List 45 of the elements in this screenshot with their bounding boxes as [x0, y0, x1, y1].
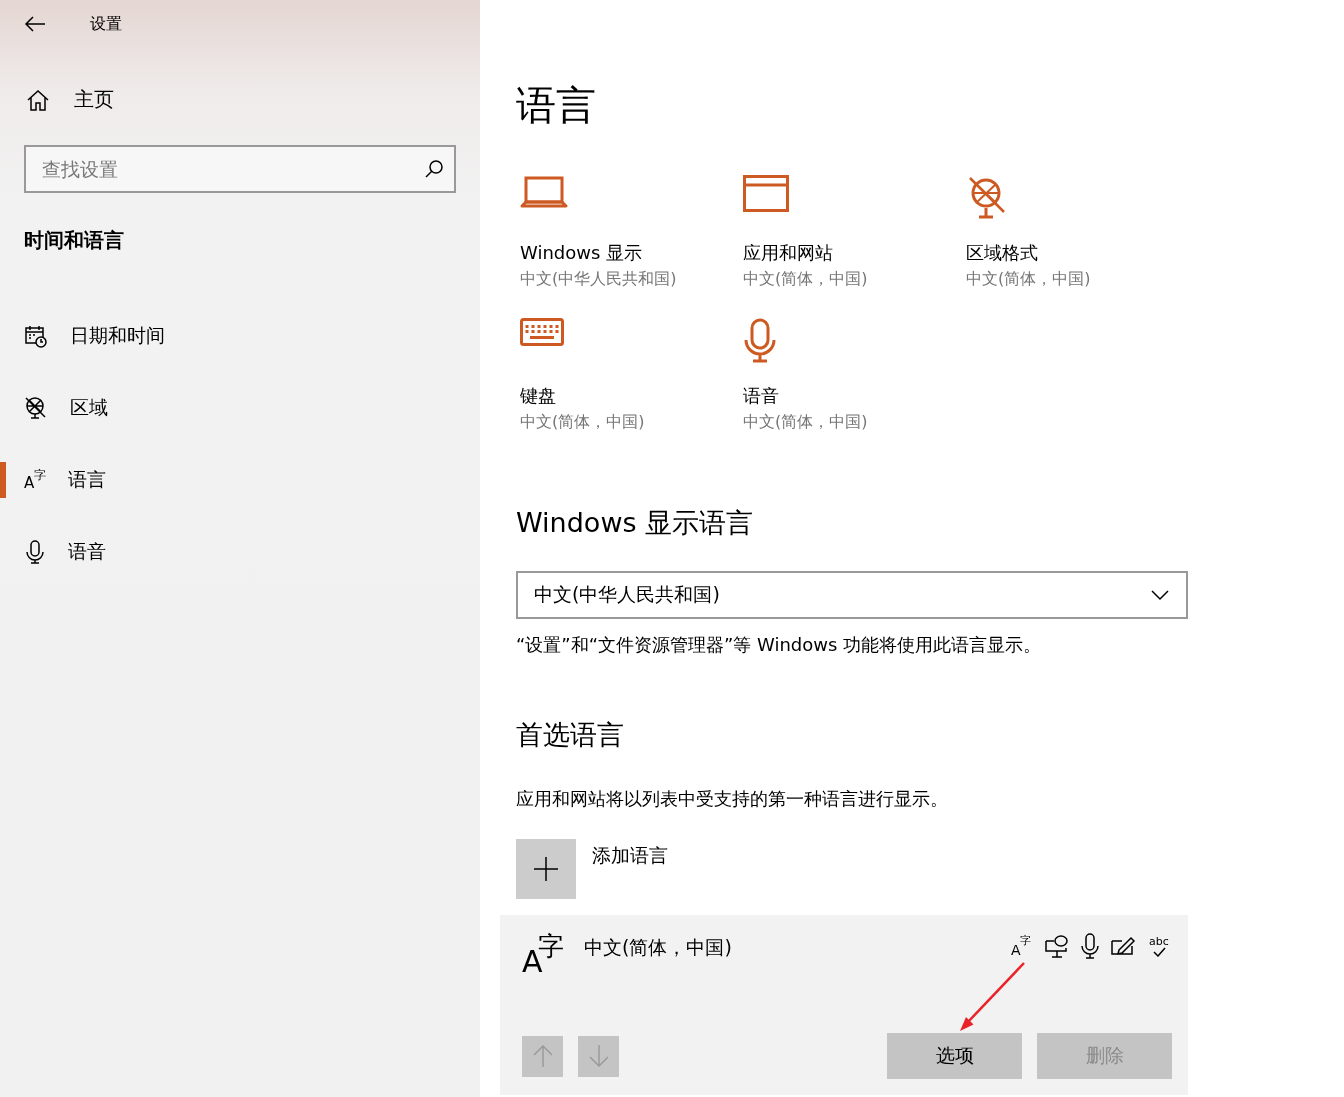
arrow-up-icon: [531, 1044, 554, 1068]
pen-icon: [1110, 935, 1136, 957]
tile-title[interactable]: 区域格式: [966, 241, 1189, 265]
language-name: 中文(简体，中国): [584, 935, 733, 960]
section-title: 时间和语言: [24, 227, 125, 254]
section-heading: Windows 显示语言: [516, 506, 755, 540]
nav-item[interactable]: 日期和时间: [70, 323, 165, 349]
window-title: 设置: [90, 13, 122, 35]
description-text: 应用和网站将以列表中受支持的第一种语言进行显示。: [516, 787, 949, 811]
home-link[interactable]: 主页: [74, 86, 114, 113]
microphone-icon: [743, 318, 777, 364]
section-heading: 首选语言: [516, 718, 625, 752]
plus-icon: [533, 856, 559, 882]
description-text: “设置”和“文件资源管理器”等 Windows 功能将使用此语言显示。: [516, 633, 1043, 657]
nav-item[interactable]: 语音: [68, 539, 106, 565]
tile-subtitle: 中文(简体，中国): [966, 269, 1092, 290]
monitor-speech-icon: [1044, 934, 1070, 958]
nav-item[interactable]: 语言: [68, 467, 106, 493]
add-language-link[interactable]: 添加语言: [592, 843, 668, 869]
add-button[interactable]: [516, 839, 576, 899]
calendar-clock-icon: [24, 324, 48, 348]
tile-subtitle: 中文(中华人民共和国): [520, 269, 678, 290]
options-button[interactable]: 选项: [887, 1033, 1022, 1079]
window-icon: [743, 175, 789, 213]
tile-title[interactable]: 键盘: [520, 384, 743, 408]
language-dropdown[interactable]: 中文(中华人民共和国): [516, 571, 1188, 619]
tile-title[interactable]: 语音: [743, 384, 966, 408]
tile-title[interactable]: Windows 显示: [520, 241, 743, 265]
search-icon[interactable]: [424, 159, 444, 179]
arrow-down-icon: [587, 1044, 610, 1068]
globe-icon: [24, 396, 48, 420]
laptop-icon: [520, 175, 568, 211]
nav-item[interactable]: 区域: [70, 395, 108, 421]
tile-subtitle: 中文(简体，中国): [743, 412, 869, 433]
page-title: 语言: [516, 81, 597, 130]
tile-subtitle: 中文(简体，中国): [743, 269, 869, 290]
tile-title[interactable]: 应用和网站: [743, 241, 966, 265]
tile-subtitle: 中文(简体，中国): [520, 412, 646, 433]
chevron-down-icon: [1150, 589, 1170, 601]
search-field[interactable]: 查找设置: [24, 145, 456, 193]
microphone-icon: [1080, 933, 1100, 959]
back-arrow-icon[interactable]: [24, 15, 46, 33]
home-icon[interactable]: [26, 88, 50, 111]
keyboard-icon: [520, 318, 564, 346]
microphone-icon: [24, 540, 46, 564]
